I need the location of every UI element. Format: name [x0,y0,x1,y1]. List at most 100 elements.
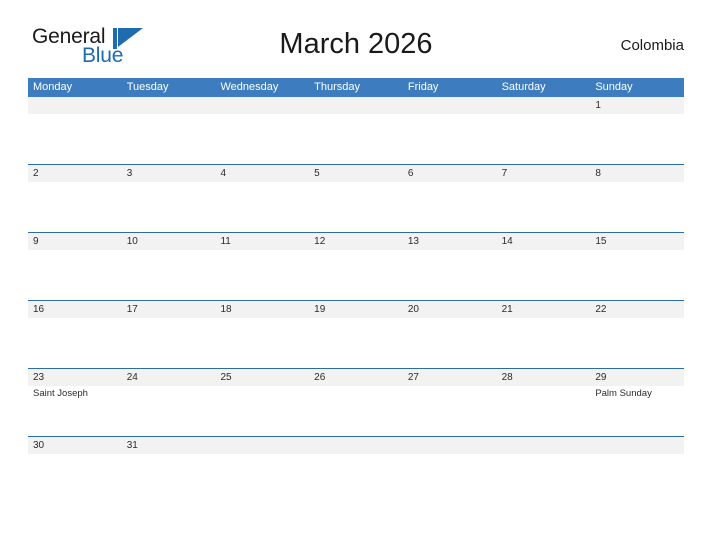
day-cell[interactable] [590,250,684,300]
day-number[interactable]: 6 [403,165,497,182]
day-number[interactable]: 9 [28,233,122,250]
week-date-number-band: 1 [28,97,684,114]
calendar-week-row: 1 [28,97,684,164]
weekday-header-sunday: Sunday [595,81,633,93]
calendar-page: General Blue March 2026 Colombia Monday … [0,0,712,550]
day-cell[interactable] [28,250,122,300]
day-number[interactable]: 4 [215,165,309,182]
day-number[interactable]: 5 [309,165,403,182]
day-cell-empty [403,454,497,482]
day-cell[interactable] [309,386,403,436]
day-number[interactable]: 18 [215,301,309,318]
calendar-week-row: 9 10 11 12 13 14 15 [28,232,684,300]
day-cell[interactable] [590,114,684,164]
day-number[interactable]: 12 [309,233,403,250]
day-cell[interactable] [215,182,309,232]
day-number[interactable]: 19 [309,301,403,318]
page-header: General Blue March 2026 Colombia [28,24,684,70]
calendar-week-row: 16 17 18 19 20 21 22 [28,300,684,368]
week-event-band [28,318,684,368]
day-cell[interactable]: Palm Sunday [590,386,684,436]
day-number[interactable]: 24 [122,369,216,386]
weekday-header-saturday: Saturday [501,81,546,93]
day-cell[interactable] [497,318,591,368]
day-cell[interactable] [309,250,403,300]
day-cell-empty [497,454,591,482]
day-cell[interactable] [122,250,216,300]
day-number-empty [215,97,309,114]
day-number[interactable]: 21 [497,301,591,318]
week-date-number-band: 30 31 [28,437,684,454]
day-number[interactable]: 8 [590,165,684,182]
day-cell[interactable] [403,386,497,436]
day-cell[interactable] [403,250,497,300]
calendar-week-row: 2345678 [28,164,684,232]
day-number-empty [403,97,497,114]
day-number[interactable]: 31 [122,437,216,454]
week-date-number-band: 9 10 11 12 13 14 15 [28,233,684,250]
day-cell-empty [590,454,684,482]
calendar-weeks: 1 2 3 4 5 6 7 8 9 10 11 12 13 14 15 16 17 18 19 20 21 22 23 24 2… [28,97,684,482]
day-cell[interactable] [590,182,684,232]
weekday-header-thursday: Thursday [314,81,361,93]
page-title: March 2026 [279,28,433,60]
day-number[interactable]: 15 [590,233,684,250]
day-cell[interactable] [403,318,497,368]
day-number-empty [403,437,497,454]
day-number-empty [28,97,122,114]
day-number[interactable]: 7 [497,165,591,182]
day-number[interactable]: 30 [28,437,122,454]
day-cell[interactable] [497,182,591,232]
day-number[interactable]: 11 [215,233,309,250]
day-cell[interactable] [28,454,122,482]
day-number[interactable]: 2 [28,165,122,182]
week-date-number-band: 16 17 18 19 20 21 22 [28,301,684,318]
day-number-empty [497,437,591,454]
day-number[interactable]: 13 [403,233,497,250]
day-cell[interactable] [497,386,591,436]
day-cell[interactable] [215,386,309,436]
day-number[interactable]: 20 [403,301,497,318]
day-number[interactable]: 26 [309,369,403,386]
day-cell[interactable] [403,182,497,232]
day-cell[interactable] [215,318,309,368]
day-number[interactable]: 23 [28,369,122,386]
holiday-label: Palm Sunday [595,388,652,399]
day-cell[interactable] [28,318,122,368]
day-cell[interactable] [497,250,591,300]
day-number-empty [122,97,216,114]
calendar-week-row: 30 31 [28,436,684,482]
day-cell[interactable] [215,250,309,300]
day-cell[interactable] [309,182,403,232]
day-cell[interactable] [122,318,216,368]
week-event-band: Saint Joseph Palm Sunday [28,386,684,436]
day-number[interactable]: 10 [122,233,216,250]
calendar-grid: Monday Tuesday Wednesday Thursday Friday… [28,78,684,482]
day-number[interactable]: 16 [28,301,122,318]
day-number[interactable]: 3 [122,165,216,182]
day-cell[interactable] [28,182,122,232]
day-cell[interactable] [122,454,216,482]
day-cell[interactable]: Saint Joseph [28,386,122,436]
day-cell-empty [309,454,403,482]
day-number[interactable]: 28 [497,369,591,386]
day-number[interactable]: 1 [590,97,684,114]
day-number-empty [497,97,591,114]
day-cell[interactable] [122,182,216,232]
weekday-header-friday: Friday [407,81,439,93]
day-cell[interactable] [590,318,684,368]
day-number[interactable]: 25 [215,369,309,386]
day-number[interactable]: 27 [403,369,497,386]
day-number[interactable]: 29 [590,369,684,386]
day-number[interactable]: 17 [122,301,216,318]
day-number[interactable]: 22 [590,301,684,318]
weekday-header-wednesday: Wednesday [220,81,279,93]
day-cell-empty [403,114,497,164]
week-date-number-band: 2345678 [28,165,684,182]
day-cell[interactable] [309,318,403,368]
day-cell[interactable] [122,386,216,436]
day-number[interactable]: 14 [497,233,591,250]
day-cell-empty [497,114,591,164]
day-number-empty [309,97,403,114]
calendar-week-row: 23 24 25 26 27 28 29 Saint Joseph Palm Sunday [28,368,684,436]
